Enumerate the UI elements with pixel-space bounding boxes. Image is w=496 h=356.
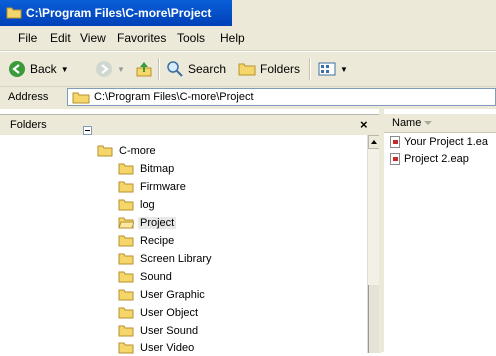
- folders-button[interactable]: Folders: [238, 59, 300, 79]
- folder-icon: [6, 7, 22, 19]
- project-file-icon: [390, 153, 400, 165]
- menu-edit[interactable]: Edit: [50, 31, 71, 45]
- up-folder-button[interactable]: [135, 59, 153, 79]
- tree-item-label: User Object: [140, 306, 199, 319]
- folder-icon: [118, 235, 134, 247]
- tree-item-label: Project: [138, 216, 177, 229]
- folder-icon: [118, 307, 134, 319]
- back-label: Back: [30, 62, 57, 76]
- views-icon: [318, 62, 336, 76]
- folder-icon: [97, 145, 113, 157]
- file-item[interactable]: Your Project 1.ea: [390, 134, 488, 150]
- folder-icon: [118, 163, 134, 175]
- sort-ascending-icon: [424, 121, 432, 125]
- tree-item-label: User Graphic: [140, 288, 205, 301]
- folders-icon: [238, 63, 256, 76]
- search-label: Search: [188, 62, 227, 76]
- tree-item-label: Bitmap: [140, 162, 175, 175]
- folders-label: Folders: [260, 62, 301, 76]
- menu-bar: File Edit View Favorites Tools Help: [0, 26, 496, 51]
- views-dropdown-icon[interactable]: ▼: [340, 65, 348, 74]
- menu-tools[interactable]: Tools: [177, 31, 205, 45]
- tree-item-label: log: [140, 198, 155, 211]
- window-title: C:\Program Files\C-more\Project: [26, 6, 212, 20]
- toolbar-separator: [158, 58, 160, 80]
- folder-icon: [118, 253, 134, 265]
- up-folder-icon: [136, 62, 152, 77]
- close-icon[interactable]: ×: [360, 117, 368, 132]
- tree-item-firmware[interactable]: Firmware: [118, 178, 186, 195]
- back-dropdown-icon[interactable]: ▼: [61, 65, 69, 74]
- folder-icon: [118, 289, 134, 301]
- file-name: Project 2.eap: [404, 153, 469, 165]
- tree-item-user-sound[interactable]: User Sound: [118, 322, 198, 339]
- views-button[interactable]: ▼: [318, 59, 348, 79]
- open-folder-icon: [118, 217, 134, 229]
- folders-pane-title: Folders: [10, 119, 47, 131]
- back-button[interactable]: Back ▼: [8, 59, 69, 79]
- menu-view[interactable]: View: [80, 31, 106, 45]
- search-button[interactable]: Search: [166, 59, 226, 79]
- files-pane: Name Your Project 1.ea Project 2.eap: [384, 114, 496, 352]
- tree-item-recipe[interactable]: Recipe: [118, 232, 174, 249]
- tree-item-project[interactable]: Project: [118, 214, 177, 231]
- tree-item-label: Screen Library: [140, 252, 212, 265]
- tree-item-sound[interactable]: Sound: [118, 268, 172, 285]
- address-label: Address: [8, 91, 49, 103]
- toolbar: Back ▼ ▼ Search Folders ▼: [0, 52, 496, 87]
- folders-pane-header: Folders ×: [0, 115, 379, 135]
- folder-icon: [118, 199, 134, 211]
- menu-favorites[interactable]: Favorites: [117, 31, 166, 45]
- folder-icon: [118, 342, 134, 354]
- project-file-icon: [390, 136, 400, 148]
- toolbar-separator: [309, 58, 311, 80]
- tree-item-user-video[interactable]: User Video: [118, 339, 194, 356]
- tree-item-label: C-more: [119, 144, 156, 157]
- tree-item-c-more[interactable]: C-more: [97, 142, 156, 159]
- forward-dropdown-icon[interactable]: ▼: [117, 65, 125, 74]
- tree-item-screen-library[interactable]: Screen Library: [118, 250, 212, 267]
- folder-icon: [118, 325, 134, 337]
- back-arrow-icon: [9, 61, 25, 77]
- file-item[interactable]: Project 2.eap: [390, 151, 469, 167]
- tree-item-label: Recipe: [140, 234, 175, 247]
- tree-item-user-graphic[interactable]: User Graphic: [118, 286, 205, 303]
- search-icon: [167, 61, 183, 77]
- menu-help[interactable]: Help: [220, 31, 245, 45]
- tree-item-label: User Sound: [140, 324, 199, 337]
- folders-pane: Folders × C-more Bitmap Firmware log Pro…: [0, 114, 381, 356]
- forward-arrow-icon: [96, 61, 112, 77]
- collapse-toggle[interactable]: [83, 126, 92, 135]
- folder-icon: [72, 92, 90, 104]
- forward-button[interactable]: ▼: [95, 59, 125, 79]
- file-name: Your Project 1.ea: [404, 136, 488, 148]
- tree-item-log[interactable]: log: [118, 196, 155, 213]
- tree-item-label: Firmware: [140, 180, 186, 193]
- files-column-header: Name: [384, 114, 496, 133]
- tree-item-label: Sound: [140, 270, 172, 283]
- folder-icon: [118, 271, 134, 283]
- tree-item-bitmap[interactable]: Bitmap: [118, 160, 174, 177]
- tree-item-user-object[interactable]: User Object: [118, 304, 198, 321]
- address-input[interactable]: C:\Program Files\C-more\Project: [67, 88, 496, 106]
- column-name-header[interactable]: Name: [392, 117, 421, 129]
- folder-icon: [118, 181, 134, 193]
- menu-file[interactable]: File: [18, 31, 37, 45]
- address-bar: Address C:\Program Files\C-more\Project: [0, 87, 496, 109]
- title-bar-background: [232, 0, 496, 26]
- address-value: C:\Program Files\C-more\Project: [94, 91, 254, 103]
